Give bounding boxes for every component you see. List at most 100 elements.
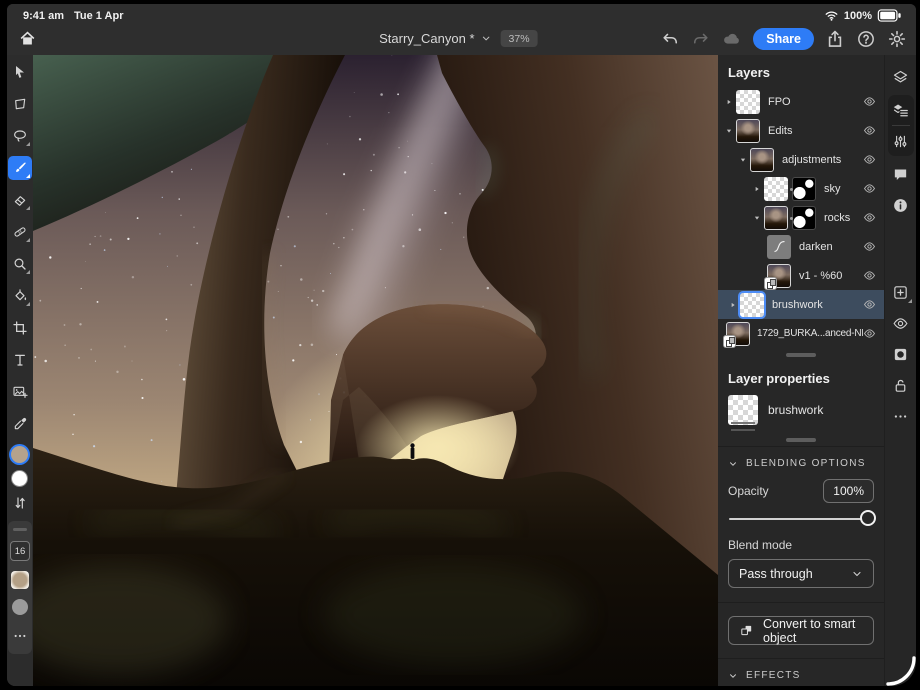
place-image-tool[interactable] [8, 380, 32, 404]
panel-resize-handle[interactable] [786, 353, 816, 357]
layers-rail-button[interactable] [888, 64, 914, 90]
visibility-toggle[interactable] [863, 124, 876, 137]
selected-layer-thumbnail [728, 395, 758, 425]
home-button[interactable] [16, 28, 38, 50]
layer-properties-rail-button[interactable] [888, 128, 914, 154]
collapse-icon[interactable] [753, 214, 764, 222]
visibility-toggle[interactable] [863, 298, 876, 311]
expand-icon[interactable] [725, 98, 736, 106]
type-tool[interactable] [8, 348, 32, 372]
visibility-toggle[interactable] [863, 269, 876, 282]
layer-mask-thumbnail[interactable] [792, 177, 816, 201]
transform-tool[interactable] [8, 92, 32, 116]
layer-row-fpo[interactable]: FPO [718, 87, 884, 116]
comments-rail-button[interactable] [888, 161, 914, 187]
brush-tool[interactable] [8, 156, 32, 180]
lasso-select-tool[interactable] [8, 124, 32, 148]
layer-mask-button[interactable] [888, 341, 914, 367]
panel-resize-handle[interactable] [786, 438, 816, 442]
layer-row-darken[interactable]: darken [718, 232, 884, 261]
adjustment-layer-thumbnail[interactable] [767, 235, 791, 259]
cloud-sync-icon[interactable] [722, 29, 742, 49]
layer-thumbnail[interactable] [764, 206, 788, 230]
document-title-menu[interactable]: Starry_Canyon * [379, 31, 491, 46]
brush-more-options[interactable] [8, 624, 32, 648]
canvas[interactable] [33, 55, 718, 686]
foreground-color-chip[interactable] [11, 446, 28, 463]
layer-properties-title: Layer properties [718, 361, 884, 393]
app-toolbar: Starry_Canyon * 37% Share [7, 23, 916, 54]
smart-object-badge [764, 277, 777, 290]
layer-thumbnail[interactable] [764, 177, 788, 201]
magnify-tool[interactable] [8, 252, 32, 276]
brush-tip-preview[interactable] [11, 571, 29, 589]
layer-row-adjustments[interactable]: adjustments [718, 145, 884, 174]
layer-name: darken [799, 241, 863, 253]
healing-brush-tool[interactable] [8, 220, 32, 244]
task-rail [884, 55, 916, 686]
collapse-icon[interactable] [739, 156, 750, 164]
layer-mask-thumbnail[interactable] [792, 206, 816, 230]
layers-panel: Layers FPO Edits adjustments [718, 55, 884, 686]
screen-corner-arc [885, 655, 917, 687]
more-options-button[interactable] [888, 403, 914, 429]
layer-list-rail-button[interactable] [888, 97, 914, 123]
blending-options-header[interactable]: BLENDING OPTIONS [718, 447, 884, 478]
info-rail-button[interactable] [888, 192, 914, 218]
color-chips[interactable] [8, 446, 32, 487]
export-button[interactable] [825, 29, 845, 49]
visibility-toggle[interactable] [863, 211, 876, 224]
fill-tool[interactable] [8, 284, 32, 308]
layer-thumbnail[interactable] [750, 148, 774, 172]
zoom-level-badge[interactable]: 37% [501, 30, 538, 47]
eraser-tool[interactable] [8, 188, 32, 212]
smart-object-badge [723, 335, 736, 348]
settings-button[interactable] [887, 29, 907, 49]
layer-thumbnail[interactable] [736, 119, 760, 143]
opacity-value[interactable]: 100% [823, 479, 874, 503]
layer-name: 1729_BURKA...anced-NR33 [757, 328, 863, 339]
eyedropper-tool[interactable] [8, 412, 32, 436]
move-tool[interactable] [8, 60, 32, 84]
layer-row-v1[interactable]: v1 - %60 [718, 261, 884, 290]
share-button[interactable]: Share [753, 28, 814, 50]
blend-mode-dropdown[interactable]: Pass through [728, 559, 874, 588]
brush-hardness-swatch[interactable] [12, 599, 28, 615]
background-color-chip[interactable] [11, 470, 28, 487]
opacity-slider[interactable] [729, 518, 868, 520]
layer-row-sky[interactable]: sky [718, 174, 884, 203]
drag-handle[interactable] [13, 528, 27, 531]
lock-layer-button[interactable] [888, 372, 914, 398]
layer-row-edits[interactable]: Edits [718, 116, 884, 145]
redo-button[interactable] [691, 29, 711, 49]
visibility-toggle[interactable] [863, 240, 876, 253]
visibility-toggle[interactable] [863, 182, 876, 195]
swap-colors-button[interactable] [8, 491, 32, 515]
layer-row-brushwork-selected[interactable]: brushwork [718, 290, 884, 319]
layer-thumbnail[interactable] [767, 264, 791, 288]
collapse-icon[interactable] [725, 127, 736, 135]
opacity-slider-knob[interactable] [860, 510, 876, 526]
layer-thumbnail[interactable] [726, 322, 750, 346]
layer-name: Edits [768, 125, 863, 137]
blend-mode-label: Blend mode [718, 536, 884, 559]
layer-row-background[interactable]: 1729_BURKA...anced-NR33 [718, 319, 884, 348]
layer-name: v1 - %60 [799, 270, 863, 282]
brush-size-badge[interactable]: 16 [10, 541, 30, 561]
effects-header[interactable]: EFFECTS [718, 659, 884, 686]
expand-icon[interactable] [753, 185, 764, 193]
layer-thumbnail[interactable] [736, 90, 760, 114]
visibility-toggle[interactable] [863, 153, 876, 166]
layer-row-rocks[interactable]: rocks [718, 203, 884, 232]
expand-icon[interactable] [729, 301, 740, 309]
help-button[interactable] [856, 29, 876, 49]
crop-tool[interactable] [8, 316, 32, 340]
add-layer-button[interactable] [888, 279, 914, 305]
undo-button[interactable] [660, 29, 680, 49]
layer-thumbnail[interactable] [740, 293, 764, 317]
visibility-toggle[interactable] [863, 95, 876, 108]
convert-to-smart-object-button[interactable]: Convert to smart object [728, 616, 874, 645]
layer-visibility-button[interactable] [888, 310, 914, 336]
visibility-toggle[interactable] [863, 327, 876, 340]
smart-object-icon [739, 623, 754, 638]
